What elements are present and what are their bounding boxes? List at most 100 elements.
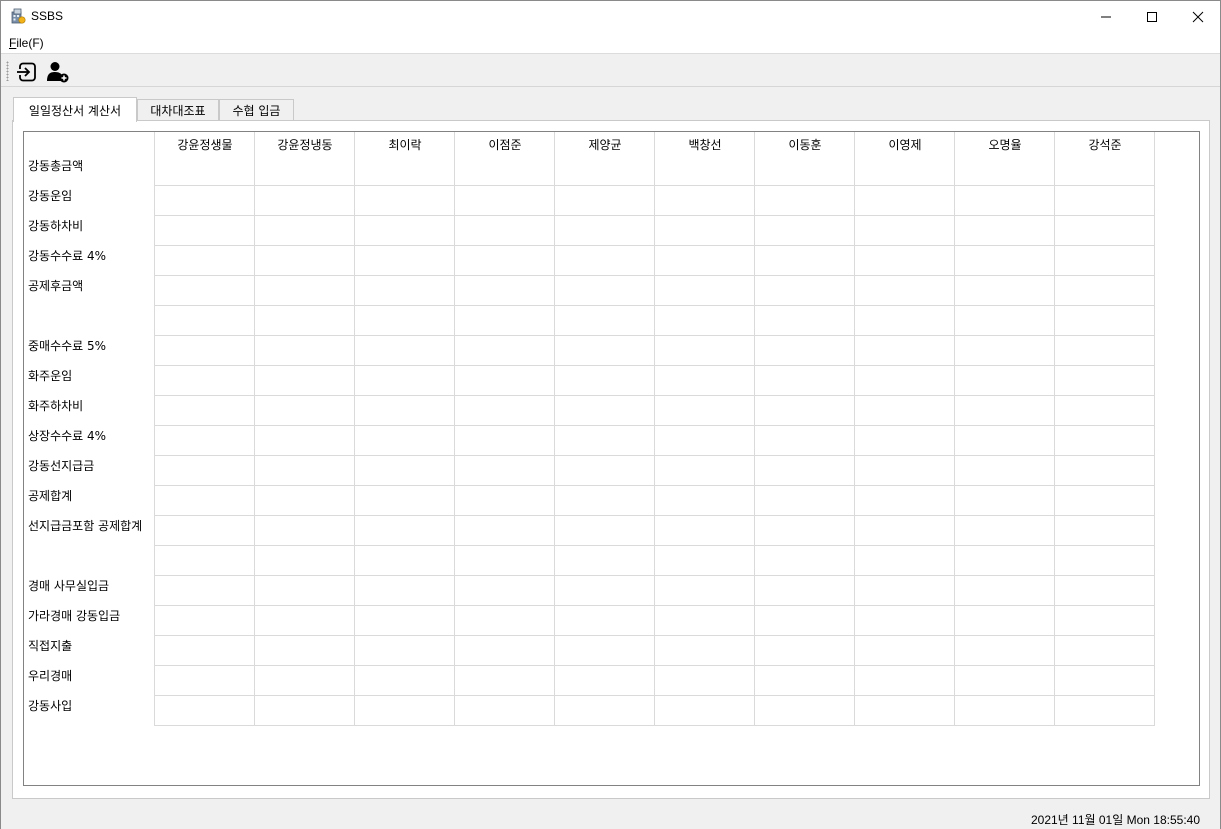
table-cell[interactable]	[655, 156, 755, 186]
table-cell[interactable]	[855, 336, 955, 366]
table-cell[interactable]	[655, 276, 755, 306]
table-cell[interactable]	[955, 276, 1055, 306]
table-cell[interactable]	[255, 456, 355, 486]
table-cell[interactable]	[555, 636, 655, 666]
table-cell[interactable]	[455, 516, 555, 546]
table-cell[interactable]	[555, 366, 655, 396]
table-cell[interactable]	[1055, 246, 1155, 276]
table-cell[interactable]	[955, 696, 1055, 726]
table-cell[interactable]	[155, 606, 255, 636]
table-cell[interactable]	[1055, 696, 1155, 726]
table-cell[interactable]	[855, 456, 955, 486]
table-cell[interactable]	[955, 366, 1055, 396]
table-cell[interactable]	[455, 186, 555, 216]
table-cell[interactable]	[155, 456, 255, 486]
table-cell[interactable]	[355, 366, 455, 396]
table-cell[interactable]	[655, 336, 755, 366]
column-header[interactable]: 이영제	[855, 132, 955, 156]
table-cell[interactable]	[655, 186, 755, 216]
table-cell[interactable]	[755, 246, 855, 276]
table-cell[interactable]	[855, 276, 955, 306]
table-cell[interactable]	[255, 516, 355, 546]
table-cell[interactable]	[255, 306, 355, 336]
menu-file[interactable]: File(F)	[9, 36, 44, 50]
table-cell[interactable]	[455, 306, 555, 336]
table-cell[interactable]	[355, 456, 455, 486]
table-cell[interactable]	[655, 486, 755, 516]
table-cell[interactable]	[955, 456, 1055, 486]
close-button[interactable]	[1175, 1, 1221, 32]
table-cell[interactable]	[755, 366, 855, 396]
table-cell[interactable]	[555, 276, 655, 306]
table-cell[interactable]	[455, 216, 555, 246]
table-cell[interactable]	[755, 396, 855, 426]
table-cell[interactable]	[355, 306, 455, 336]
table-cell[interactable]	[155, 576, 255, 606]
add-user-button[interactable]	[45, 59, 71, 85]
table-cell[interactable]	[855, 546, 955, 576]
maximize-button[interactable]	[1129, 1, 1175, 32]
table-cell[interactable]	[455, 666, 555, 696]
table-cell[interactable]	[655, 636, 755, 666]
table-cell[interactable]	[955, 486, 1055, 516]
table-cell[interactable]	[555, 576, 655, 606]
table-cell[interactable]	[355, 516, 455, 546]
table-cell[interactable]	[655, 216, 755, 246]
table-cell[interactable]	[155, 396, 255, 426]
table-cell[interactable]	[555, 666, 655, 696]
table-cell[interactable]	[755, 456, 855, 486]
table-cell[interactable]	[355, 426, 455, 456]
table-cell[interactable]	[955, 186, 1055, 216]
table-cell[interactable]	[1055, 516, 1155, 546]
table-cell[interactable]	[355, 246, 455, 276]
table-cell[interactable]	[355, 276, 455, 306]
table-cell[interactable]	[755, 306, 855, 336]
table-cell[interactable]	[655, 426, 755, 456]
table-cell[interactable]	[955, 546, 1055, 576]
column-header[interactable]: 오명율	[955, 132, 1055, 156]
table-cell[interactable]	[255, 276, 355, 306]
table-cell[interactable]	[455, 636, 555, 666]
table-cell[interactable]	[555, 516, 655, 546]
table-cell[interactable]	[255, 666, 355, 696]
table-cell[interactable]	[955, 396, 1055, 426]
table-cell[interactable]	[755, 696, 855, 726]
table-cell[interactable]	[955, 666, 1055, 696]
table-cell[interactable]	[155, 516, 255, 546]
table-cell[interactable]	[855, 246, 955, 276]
table-cell[interactable]	[755, 516, 855, 546]
table-cell[interactable]	[355, 546, 455, 576]
table-cell[interactable]	[855, 396, 955, 426]
table-cell[interactable]	[455, 426, 555, 456]
table-cell[interactable]	[755, 276, 855, 306]
table-cell[interactable]	[755, 186, 855, 216]
table-cell[interactable]	[555, 156, 655, 186]
table-cell[interactable]	[555, 306, 655, 336]
table-cell[interactable]	[255, 606, 355, 636]
column-header[interactable]: 백창선	[655, 132, 755, 156]
column-header[interactable]: 최이락	[355, 132, 455, 156]
table-cell[interactable]	[755, 666, 855, 696]
table-cell[interactable]	[855, 366, 955, 396]
table-cell[interactable]	[455, 156, 555, 186]
table-cell[interactable]	[155, 426, 255, 456]
table-cell[interactable]	[1055, 306, 1155, 336]
table-cell[interactable]	[955, 576, 1055, 606]
table-cell[interactable]	[855, 216, 955, 246]
table-cell[interactable]	[555, 456, 655, 486]
table-cell[interactable]	[155, 306, 255, 336]
table-cell[interactable]	[1055, 276, 1155, 306]
table-cell[interactable]	[755, 606, 855, 636]
column-header[interactable]: 이점준	[455, 132, 555, 156]
table-cell[interactable]	[455, 456, 555, 486]
table-cell[interactable]	[455, 276, 555, 306]
table-cell[interactable]	[555, 396, 655, 426]
table-cell[interactable]	[1055, 336, 1155, 366]
table-cell[interactable]	[255, 396, 355, 426]
table-cell[interactable]	[1055, 156, 1155, 186]
table-cell[interactable]	[155, 666, 255, 696]
table-cell[interactable]	[655, 606, 755, 636]
table-cell[interactable]	[555, 546, 655, 576]
table-cell[interactable]	[355, 696, 455, 726]
table-cell[interactable]	[955, 306, 1055, 336]
